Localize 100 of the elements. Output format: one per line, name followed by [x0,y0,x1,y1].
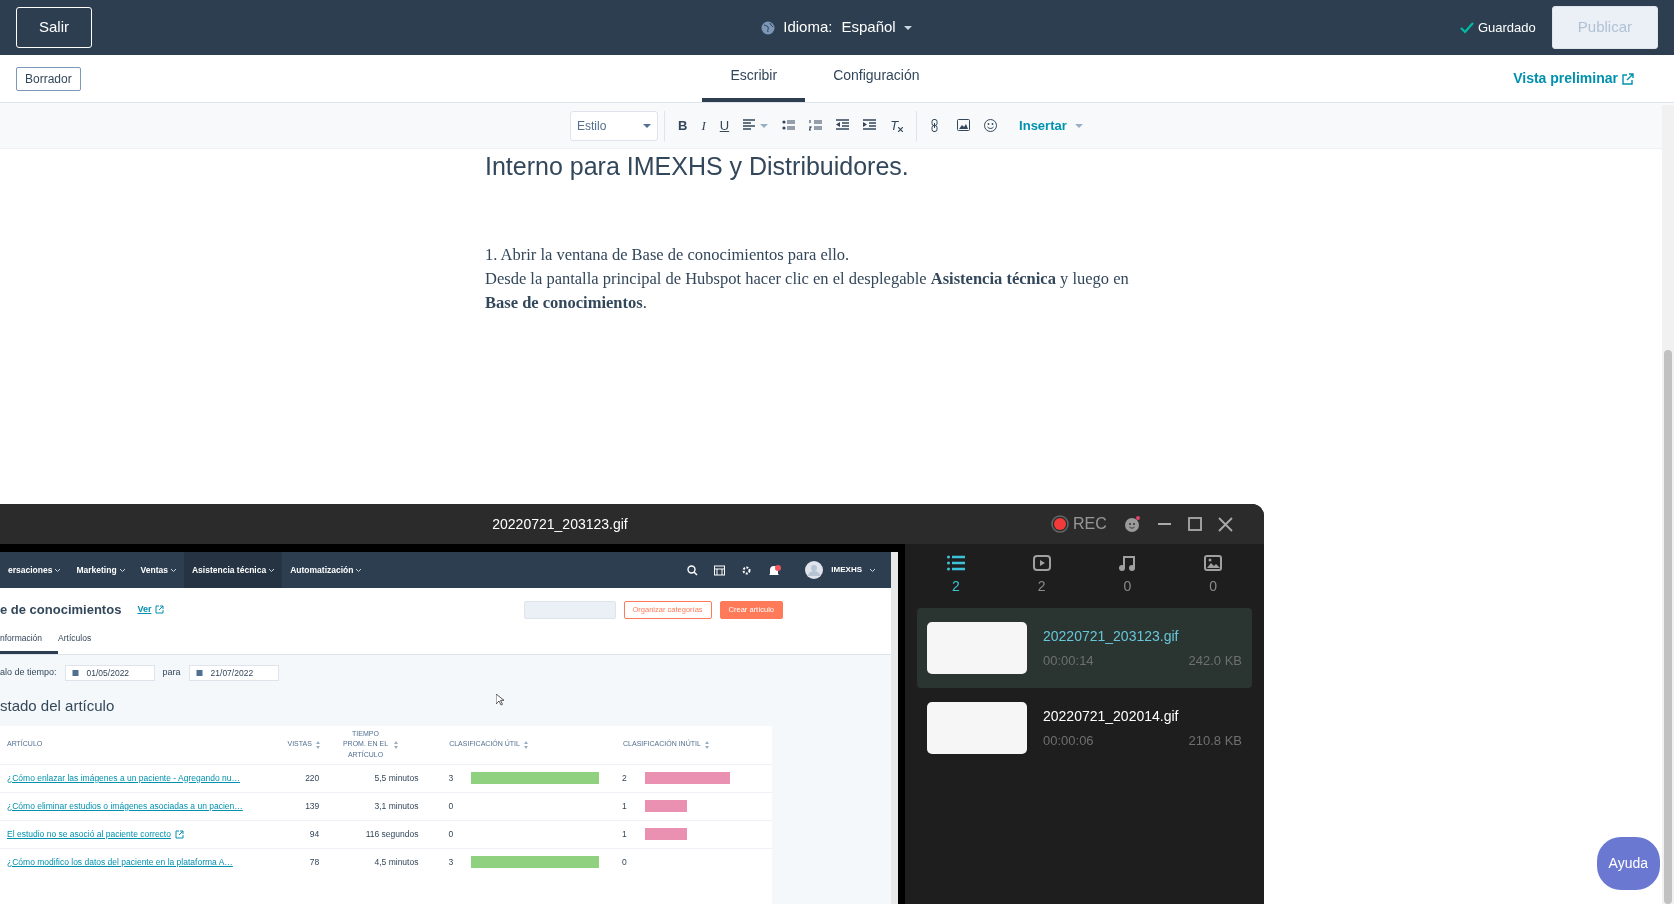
time-cell-text: 116 segundos [364,827,419,841]
outdent-icon [836,119,850,132]
date-field[interactable]: 01/05/2022 [64,665,155,681]
media-tab[interactable]: 0 [1173,554,1254,598]
exit-button[interactable]: Salir [16,7,92,48]
play-icon [1032,555,1051,572]
avatar-icon[interactable] [805,561,824,579]
globe-icon [761,20,776,35]
nav-menu-item[interactable]: Marketing [68,552,133,588]
rating-count: 1 [622,827,628,841]
language-label: Idioma: [783,17,833,38]
file-duration: 00:00:14 [1043,651,1094,670]
external-link-icon [1622,72,1634,85]
caret-icon [643,123,651,128]
views-cell-text: 94 [308,827,320,841]
time-cell-text: 5,5 minutos [373,771,419,785]
nav-menu-item[interactable]: ersaciones [0,552,69,588]
align-icon [743,119,757,132]
calendar-icon [71,669,79,677]
record-button[interactable]: REC [1050,511,1108,537]
file-size: 242.0 KB [1188,651,1242,670]
date-field[interactable]: 21/07/2022 [188,665,279,681]
article-link[interactable]: ¿Cómo modifico los datos del paciente en la plataforma A… [7,855,233,869]
chevron-icon [269,568,275,572]
save-status: Guardado [1477,18,1536,37]
file-item[interactable]: 20220721_202014.gif 00:00:06 210.8 KB [917,688,1252,768]
close-icon[interactable] [1217,516,1233,532]
file-name: 20220721_202014.gif [1043,707,1180,726]
rating-count: 0 [448,827,455,841]
status-badge: Borrador [16,66,81,91]
views-cell-text: 220 [304,771,320,785]
window-title: 20220721_203123.gif [492,514,628,534]
settings-icon[interactable] [741,564,753,576]
body-paragraph: 1. Abrir la ventana de Base de conocimientos para ello. [485,244,851,266]
sort-icon [393,740,398,749]
music-note-icon [1118,555,1137,572]
calendar-icon [195,669,203,677]
indent-icon [863,119,877,132]
file-item[interactable]: 20220721_203123.gif 00:00:14 242.0 KB [917,608,1252,688]
sort-icon [523,740,528,749]
caret-icon [1074,123,1083,128]
clear-format-button[interactable]: T [883,117,911,134]
media-tab[interactable]: 0 [1087,554,1168,598]
help-button[interactable]: Ayuda [1596,837,1660,890]
list-icon [946,555,965,572]
scrollbar-thumb[interactable] [1664,350,1672,904]
article-heading: Interno para IMEXHS y Distribuidores. [485,151,910,181]
section-title: stado del artículo [0,696,115,716]
page-tab[interactable]: Artículos [58,628,108,654]
chevron-icon [870,568,875,572]
face-icon[interactable] [1123,515,1141,533]
rating-count: 0 [622,855,628,869]
rating-bar [645,828,688,840]
chevron-icon [171,568,176,572]
maximize-icon[interactable] [1187,517,1202,531]
rating-count: 2 [622,771,628,785]
image-icon [1204,555,1223,572]
image-icon [957,119,971,132]
sort-icon [315,740,320,749]
page-tab[interactable]: nformación [0,628,59,654]
cross-icon [898,127,904,132]
file-name: 20220721_203123.gif [1043,627,1180,646]
style-select[interactable]: Estilo [570,110,658,141]
caret-icon [903,25,912,30]
underline-button[interactable]: U [712,117,737,134]
article-link[interactable]: El estudio no se asoció al paciente correcto [7,827,171,841]
article-link[interactable]: ¿Cómo enlazar las imágenes a un paciente - Agregando nu… [7,771,240,785]
rating-count: 3 [448,771,455,785]
nav-menu-item[interactable]: Asistencia técnica [184,552,283,588]
media-tab[interactable]: 2 [1001,554,1082,598]
body-paragraph: Desde la pantalla principal de Hubspot hacer clic en el desplegable Asistencia técnica y luego en Base de conocimientos. [485,268,1130,314]
sort-icon [704,740,709,749]
time-cell-text: 3,1 minutos [373,799,419,813]
bell-icon[interactable] [768,564,782,576]
store-icon[interactable] [714,564,726,576]
bulleted-list-icon [782,119,796,132]
views-cell-text: 139 [304,799,320,813]
bold-button[interactable]: B [671,117,695,134]
time-cell-text: 4,5 minutos [373,855,419,869]
article-link[interactable]: ¿Cómo eliminar estudios o imágenes asociadas a un pacien… [7,799,243,813]
editor-tab[interactable]: Configuración [805,51,948,102]
cursor-icon [496,694,505,706]
account-menu[interactable]: IMEXHS [831,564,862,576]
nav-menu-item[interactable]: Automatización [282,552,370,588]
language-dropdown[interactable]: Español [840,15,913,40]
italic-button[interactable]: I [694,117,713,134]
rating-count: 0 [448,799,455,813]
rating-bar [645,800,688,812]
preview-link[interactable]: Vista preliminar [1513,68,1634,89]
search-icon[interactable] [687,564,699,576]
view-link[interactable]: Ver [137,603,165,617]
insert-menu[interactable]: Insertar [1012,117,1090,134]
numbered-list-icon [809,119,823,132]
views-cell-text: 78 [308,855,320,869]
page-title: e de conocimientos [0,601,122,619]
nav-menu-item[interactable]: Ventas [132,552,184,588]
file-size: 210.8 KB [1188,731,1242,750]
chevron-icon [55,568,61,572]
media-tab[interactable]: 2 [915,554,996,598]
external-link-icon [155,605,165,615]
